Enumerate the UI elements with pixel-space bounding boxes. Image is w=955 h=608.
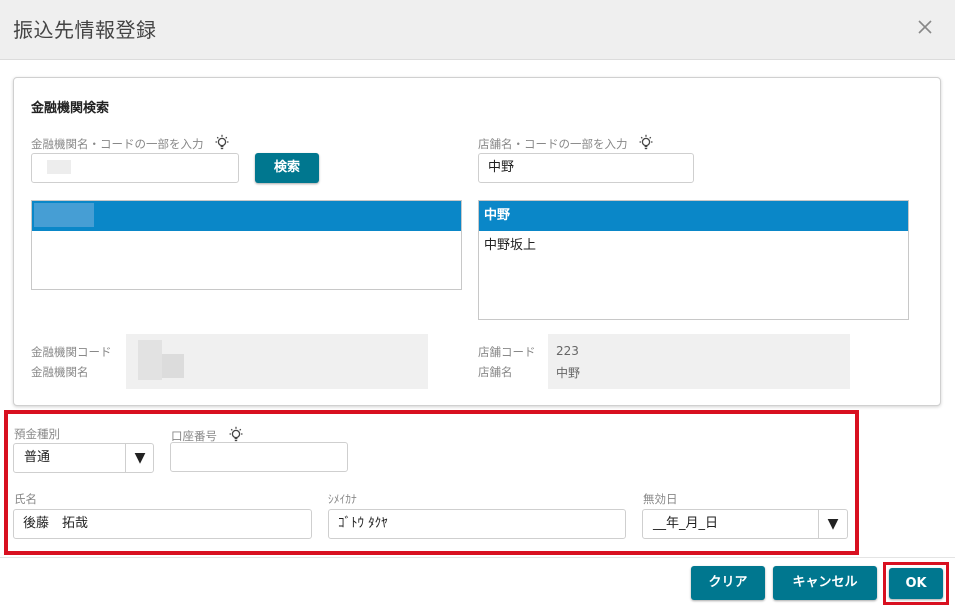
ok-button[interactable]: OK	[889, 568, 943, 599]
branch-info-box: 223 中野	[548, 334, 850, 389]
kana-label: ｼﾒｲｶﾅ	[328, 492, 357, 506]
lightbulb-icon[interactable]	[213, 134, 231, 152]
kana-input[interactable]: ｺﾞﾄｳ ﾀｸﾔ	[328, 509, 626, 539]
section-title: 金融機関検索	[31, 101, 110, 116]
lightbulb-icon[interactable]	[637, 134, 655, 152]
list-item[interactable]: 中野坂上	[479, 231, 908, 261]
expiry-label: 無効日	[643, 492, 678, 506]
dropdown-arrow-icon[interactable]: ▼	[126, 444, 154, 472]
dropdown-arrow-icon[interactable]: ▼	[819, 510, 847, 538]
deposit-type-label: 預金種別	[14, 427, 60, 441]
branch-code-value: 223	[556, 344, 579, 358]
deposit-type-value: 普通	[24, 450, 51, 465]
footer-divider	[0, 557, 955, 558]
list-item[interactable]	[32, 201, 461, 231]
account-number-input[interactable]	[170, 442, 348, 472]
redacted-text	[34, 203, 94, 227]
bank-name-label: 金融機関名	[31, 365, 89, 379]
search-button[interactable]: 検索	[255, 153, 319, 183]
expiry-date-select[interactable]: __年_月_日 ▼	[642, 509, 848, 539]
bank-query-label: 金融機関名・コードの一部を入力	[31, 134, 231, 152]
list-item[interactable]: 中野	[479, 201, 908, 231]
name-input[interactable]: 後藤 拓哉	[13, 509, 312, 539]
bank-results-list	[31, 200, 462, 290]
bank-code-label: 金融機関コード	[31, 345, 112, 359]
branch-results-list: 中野 中野坂上	[478, 200, 909, 320]
redacted-text	[162, 354, 184, 378]
branch-code-label: 店舗コード	[478, 345, 536, 359]
name-label: 氏名	[14, 492, 37, 506]
deposit-type-select[interactable]: 普通 ▼	[13, 443, 154, 473]
cancel-button[interactable]: キャンセル	[773, 566, 877, 600]
branch-query-input[interactable]: 中野	[478, 153, 694, 183]
dialog-header: 振込先情報登録	[0, 0, 955, 60]
bank-search-card: 金融機関検索 金融機関名・コードの一部を入力 検索 店舗名・コードの一部を入力	[13, 77, 941, 406]
branch-query-label: 店舗名・コードの一部を入力	[478, 134, 655, 152]
close-icon[interactable]	[914, 16, 936, 38]
bank-info-box	[126, 334, 428, 389]
redacted-text	[47, 160, 71, 174]
clear-button[interactable]: クリア	[691, 566, 765, 600]
branch-name-value: 中野	[556, 366, 581, 380]
expiry-value: __年_月_日	[653, 516, 719, 531]
redacted-text	[138, 340, 162, 380]
dialog-title: 振込先情報登録	[13, 18, 157, 42]
branch-name-label: 店舗名	[478, 365, 513, 379]
